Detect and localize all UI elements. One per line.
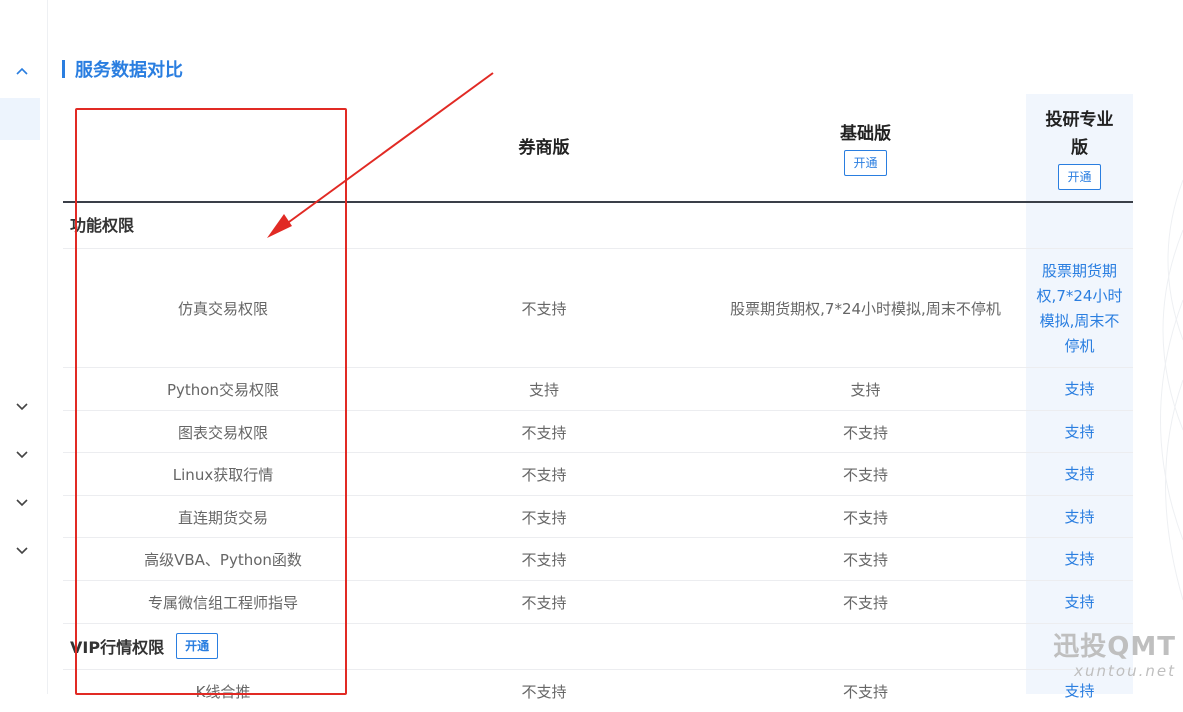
feature-name: Linux获取行情 — [172, 465, 274, 484]
table-row: 直连期货交易 不支持 不支持 支持 — [63, 495, 1133, 538]
feature-name: 直连期货交易 — [177, 508, 268, 527]
chevron-down-icon[interactable] — [13, 494, 31, 512]
broker-value: 不支持 — [521, 593, 567, 612]
open-vip-button[interactable]: 开通 — [176, 633, 219, 659]
table-row: 高级VBA、Python函数 不支持 不支持 支持 — [63, 537, 1133, 580]
broker-value: 不支持 — [521, 682, 567, 701]
chevron-down-icon[interactable] — [13, 446, 31, 464]
pro-value: 支持 — [1064, 464, 1095, 483]
pro-value-line: 模拟,周末不 — [1039, 311, 1120, 330]
basic-value: 不支持 — [842, 593, 888, 612]
feature-name: 仿真交易权限 — [177, 300, 268, 318]
pro-value: 支持 — [1064, 379, 1095, 398]
open-pro-button[interactable]: 开通 — [1058, 164, 1101, 190]
pro-value-line: 权,7*24小时 — [1036, 286, 1123, 305]
table-row: 图表交易权限 不支持 不支持 支持 — [63, 410, 1133, 453]
pro-value: 股票期货期 权,7*24小时 模拟,周末不 停机 — [1026, 249, 1133, 368]
pro-value: 支持 — [1064, 549, 1095, 568]
group-header-vip: VIP行情权限 开通 — [70, 626, 219, 666]
group-divider — [63, 623, 1133, 670]
feature-name: 高级VBA、Python函数 — [144, 550, 302, 569]
group-title: VIP行情权限 — [70, 638, 165, 657]
basic-value: 不支持 — [842, 550, 888, 569]
pro-value-line: 停机 — [1064, 336, 1095, 355]
basic-value: 不支持 — [842, 508, 888, 527]
header-pro: 投研专业 版 开通 — [1026, 100, 1133, 196]
broker-value: 不支持 — [521, 423, 567, 442]
sidebar-selected-item[interactable] — [0, 98, 40, 140]
basic-value: 不支持 — [842, 682, 888, 701]
broker-value: 不支持 — [521, 508, 567, 527]
feature-name: 专属微信组工程师指导 — [147, 593, 298, 612]
table-row: 仿真交易权限 不支持 股票期货期权,7*24小时模拟,周末不停机 股票期货期 权… — [63, 248, 1133, 368]
header-broker-label: 券商版 — [518, 138, 570, 158]
basic-value: 不支持 — [842, 465, 888, 484]
table-row: 专属微信组工程师指导 不支持 不支持 支持 — [63, 580, 1133, 623]
sidebar — [0, 0, 48, 694]
pro-value: 支持 — [1064, 507, 1095, 526]
header-divider — [63, 201, 1133, 203]
feature-name: Python交易权限 — [167, 380, 279, 399]
chevron-down-icon[interactable] — [13, 398, 31, 416]
broker-value: 不支持 — [521, 465, 567, 484]
table-row: Linux获取行情 不支持 不支持 支持 — [63, 452, 1133, 495]
section-title-text: 服务数据对比 — [75, 60, 183, 81]
group-header-features: 功能权限 — [70, 204, 134, 244]
pro-value: 支持 — [1064, 422, 1095, 441]
pro-value-line: 股票期货期 — [1041, 261, 1117, 280]
header-basic: 基础版 开通 — [703, 116, 1028, 180]
header-basic-label: 基础版 — [840, 124, 891, 144]
chevron-up-icon[interactable] — [13, 62, 31, 80]
feature-name: 图表交易权限 — [177, 423, 268, 442]
broker-value: 不支持 — [521, 550, 567, 569]
group-title: 功能权限 — [70, 216, 135, 235]
header-pro-label-line2: 版 — [1071, 138, 1088, 158]
pro-value: 支持 — [1064, 592, 1095, 611]
basic-value: 股票期货期权,7*24小时模拟,周末不停机 — [730, 300, 1001, 318]
pro-value: 支持 — [1064, 681, 1095, 700]
broker-value: 不支持 — [521, 300, 567, 318]
open-basic-button[interactable]: 开通 — [844, 150, 887, 176]
basic-value: 支持 — [850, 380, 881, 399]
feature-name: K线合推 — [195, 682, 251, 701]
table-row: Python交易权限 支持 支持 支持 — [63, 367, 1133, 410]
title-accent-bar — [62, 60, 65, 78]
broker-value: 支持 — [528, 380, 559, 399]
section-title: 服务数据对比 — [62, 56, 183, 82]
basic-value: 不支持 — [842, 423, 888, 442]
chevron-down-icon[interactable] — [13, 542, 31, 560]
header-pro-label-line1: 投研专业 — [1045, 110, 1114, 130]
header-broker: 券商版 — [423, 128, 665, 168]
decorative-lines — [1160, 179, 1183, 601]
table-row: K线合推 不支持 不支持 支持 — [63, 669, 1133, 712]
